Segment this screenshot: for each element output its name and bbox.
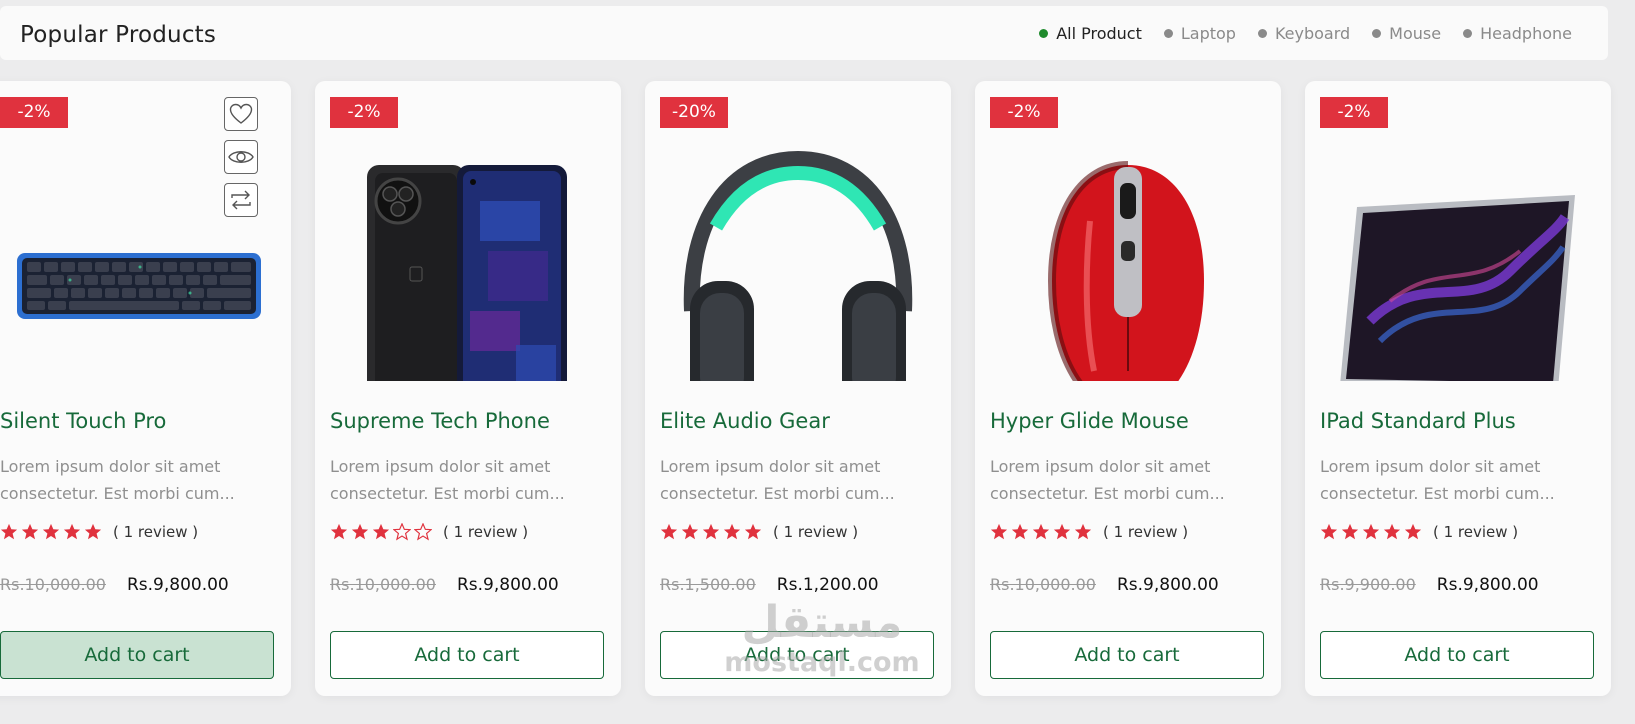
star-filled-icon — [990, 523, 1008, 540]
old-price: Rs.10,000.00 — [0, 575, 106, 594]
review-count[interactable]: ( 1 review ) — [1433, 523, 1518, 541]
star-filled-icon — [1320, 523, 1338, 540]
product-name[interactable]: Hyper Glide Mouse — [990, 409, 1189, 433]
page-title: Popular Products — [20, 22, 217, 48]
mouse-image — [1047, 161, 1204, 381]
current-price: Rs.9,800.00 — [456, 575, 559, 595]
product-description: Lorem ipsum dolor sit amet consectetur. … — [330, 457, 565, 503]
old-price: Rs.10,000.00 — [330, 575, 436, 594]
filter-headphone[interactable]: Headphone — [1463, 24, 1572, 43]
star-filled-icon — [1074, 523, 1092, 540]
star-filled-icon — [660, 523, 678, 540]
old-price: Rs.9,900.00 — [1320, 575, 1416, 594]
star-filled-icon — [1053, 523, 1071, 540]
star-empty-icon — [414, 523, 432, 541]
product-description: Lorem ipsum dolor sit amet consectetur. … — [1320, 457, 1555, 503]
tablet-image — [1340, 195, 1575, 381]
filter-dot — [1039, 29, 1049, 38]
headphone-image — [683, 150, 913, 381]
review-count[interactable]: ( 1 review ) — [443, 523, 528, 541]
filter-dot — [1163, 29, 1173, 38]
filter-laptop[interactable]: Laptop — [1163, 24, 1236, 43]
product-grid: -2% Silent Touch Pro Lorem ipsum dolor s… — [0, 81, 1635, 696]
filter-dot — [1257, 29, 1267, 38]
star-filled-icon — [1032, 523, 1050, 540]
filter-label: All Product — [1056, 24, 1142, 43]
star-filled-icon — [330, 523, 348, 540]
star-filled-icon — [1011, 523, 1029, 540]
filter-label: Keyboard — [1274, 24, 1351, 43]
filter-dot — [1372, 29, 1382, 38]
product-description: Lorem ipsum dolor sit amet consectetur. … — [990, 457, 1225, 503]
star-empty-icon — [393, 523, 411, 541]
product-name[interactable]: IPad Standard Plus — [1320, 409, 1516, 433]
product-name[interactable]: Supreme Tech Phone — [330, 409, 550, 433]
card-actions — [224, 97, 258, 217]
filter-all-product[interactable]: All Product — [1039, 24, 1142, 43]
old-price: Rs.1,500.00 — [660, 575, 756, 594]
add-to-cart-button[interactable]: Add to cart — [330, 631, 604, 679]
product-description: Lorem ipsum dolor sit amet consectetur. … — [660, 457, 895, 503]
review-count[interactable]: ( 1 review ) — [113, 523, 198, 541]
filter-label: Headphone — [1480, 24, 1572, 43]
product-card[interactable]: -2% IPad Standard Plus Lorem ipsum dolor… — [1305, 81, 1611, 696]
filter-label: Mouse — [1389, 24, 1442, 43]
review-count[interactable]: ( 1 review ) — [773, 523, 858, 541]
star-filled-icon — [1341, 523, 1359, 540]
eye-icon[interactable] — [224, 140, 258, 174]
star-filled-icon — [1383, 523, 1401, 540]
product-card[interactable]: -20% Elite Audio Gear Lorem ipsum dolor … — [645, 81, 951, 696]
product-card[interactable]: -2% Hyper Glide Mouse Lorem ipsum dolor … — [975, 81, 1281, 696]
product-card[interactable]: -2% Supreme Tech Phone Lorem ipsum dolor… — [315, 81, 621, 696]
star-filled-icon — [21, 523, 39, 540]
filter-dot — [1463, 29, 1473, 38]
product-name[interactable]: Silent Touch Pro — [0, 409, 166, 433]
product-name[interactable]: Elite Audio Gear — [660, 409, 830, 433]
old-price: Rs.10,000.00 — [990, 575, 1096, 594]
heart-icon[interactable] — [224, 97, 258, 131]
price-row: Rs.10,000.00 Rs.9,800.00 — [0, 575, 229, 595]
star-filled-icon — [1404, 523, 1422, 540]
add-to-cart-button[interactable]: Add to cart — [0, 631, 274, 679]
add-to-cart-button[interactable]: Add to cart — [660, 631, 934, 679]
star-filled-icon — [372, 523, 390, 540]
price-row: Rs.1,500.00 Rs.1,200.00 — [660, 575, 879, 595]
star-filled-icon — [84, 523, 102, 540]
star-filled-icon — [351, 523, 369, 540]
product-rating: ( 1 review ) — [0, 523, 198, 541]
price-row: Rs.10,000.00 Rs.9,800.00 — [330, 575, 559, 595]
filter-mouse[interactable]: Mouse — [1372, 24, 1441, 43]
product-rating: ( 1 review ) — [990, 523, 1188, 541]
star-filled-icon — [0, 523, 18, 540]
current-price: Rs.9,800.00 — [126, 575, 229, 595]
current-price: Rs.9,800.00 — [1436, 575, 1539, 595]
filter-label: Laptop — [1180, 24, 1236, 43]
phone-image — [367, 165, 567, 381]
product-rating: ( 1 review ) — [330, 523, 528, 541]
star-filled-icon — [681, 523, 699, 540]
product-description: Lorem ipsum dolor sit amet consectetur. … — [0, 457, 235, 503]
star-filled-icon — [744, 523, 762, 540]
current-price: Rs.9,800.00 — [1116, 575, 1219, 595]
add-to-cart-button[interactable]: Add to cart — [990, 631, 1264, 679]
section-header: Popular Products All Product Laptop Keyb… — [0, 6, 1608, 60]
category-filters: All Product Laptop Keyboard Mouse Headph… — [1039, 24, 1572, 43]
star-filled-icon — [723, 523, 741, 540]
current-price: Rs.1,200.00 — [776, 575, 879, 595]
compare-icon[interactable] — [224, 183, 258, 217]
review-count[interactable]: ( 1 review ) — [1103, 523, 1188, 541]
product-rating: ( 1 review ) — [660, 523, 858, 541]
add-to-cart-button[interactable]: Add to cart — [1320, 631, 1594, 679]
star-filled-icon — [702, 523, 720, 540]
star-filled-icon — [1362, 523, 1380, 540]
filter-keyboard[interactable]: Keyboard — [1257, 24, 1351, 43]
price-row: Rs.10,000.00 Rs.9,800.00 — [990, 575, 1219, 595]
price-row: Rs.9,900.00 Rs.9,800.00 — [1320, 575, 1539, 595]
product-rating: ( 1 review ) — [1320, 523, 1518, 541]
star-filled-icon — [63, 523, 81, 540]
product-card[interactable]: -2% Silent Touch Pro Lorem ipsum dolor s… — [0, 81, 291, 696]
star-filled-icon — [42, 523, 60, 540]
